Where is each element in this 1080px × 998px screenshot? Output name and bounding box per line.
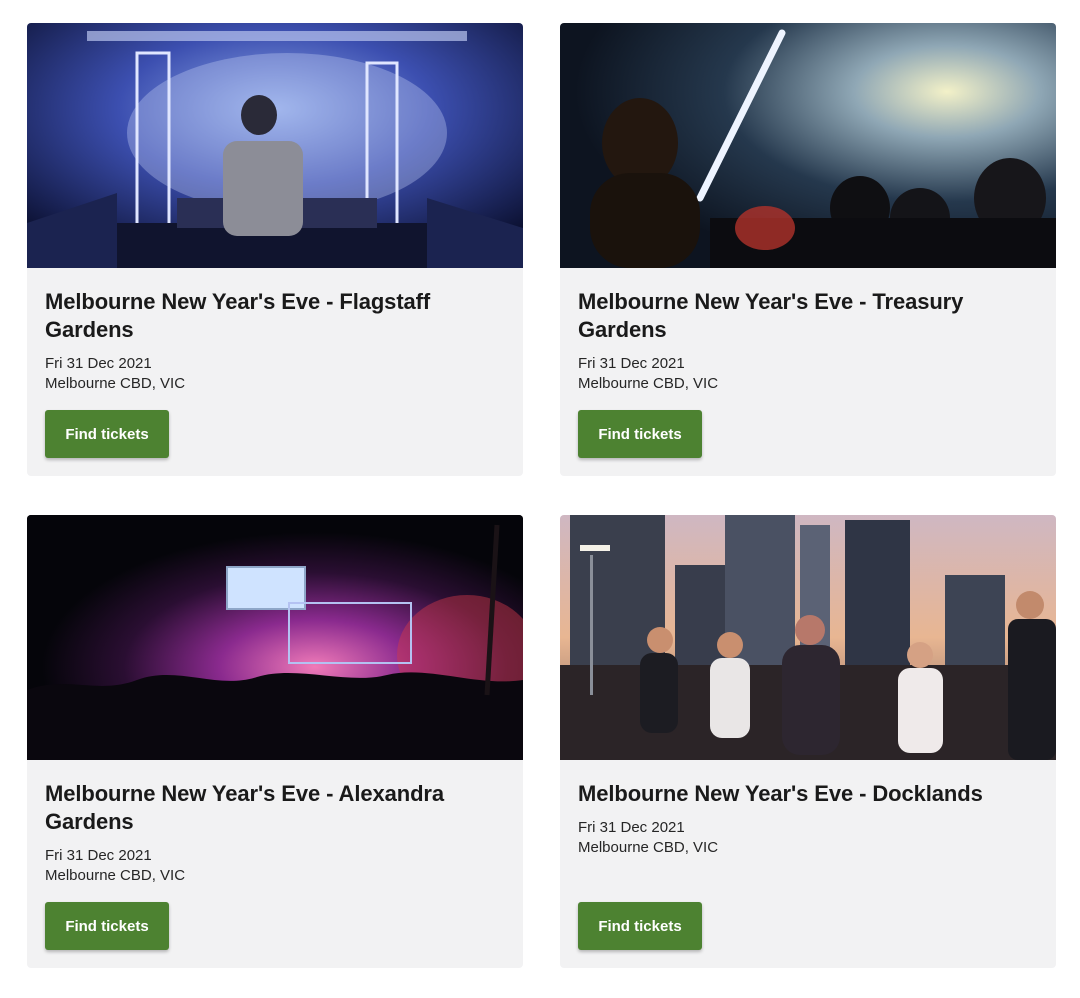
event-title[interactable]: Melbourne New Year's Eve - Docklands: [578, 780, 1038, 808]
event-location: Melbourne CBD, VIC: [578, 375, 719, 392]
event-photo-crowd-lightstick[interactable]: [560, 23, 1056, 268]
event-card-docklands[interactable]: Melbourne New Year's Eve - Docklands Fri…: [560, 515, 1056, 968]
event-date: Fri 31 Dec 2021: [45, 355, 152, 372]
event-date: Fri 31 Dec 2021: [45, 847, 152, 864]
event-location: Melbourne CBD, VIC: [45, 867, 186, 884]
event-location: Melbourne CBD, VIC: [578, 839, 719, 856]
find-tickets-button[interactable]: Find tickets: [578, 410, 702, 458]
event-card-treasury-gardens[interactable]: Melbourne New Year's Eve - Treasury Gard…: [560, 23, 1056, 476]
event-photo-night-concert[interactable]: [27, 515, 523, 760]
event-location: Melbourne CBD, VIC: [45, 375, 186, 392]
event-photo-docklands-dancing[interactable]: [560, 515, 1056, 760]
event-date: Fri 31 Dec 2021: [578, 355, 685, 372]
event-card-flagstaff-gardens[interactable]: Melbourne New Year's Eve - Flagstaff Gar…: [27, 23, 523, 476]
event-date: Fri 31 Dec 2021: [578, 819, 685, 836]
event-title[interactable]: Melbourne New Year's Eve - Alexandra Gar…: [45, 780, 505, 836]
event-card-alexandra-gardens[interactable]: Melbourne New Year's Eve - Alexandra Gar…: [27, 515, 523, 968]
find-tickets-button[interactable]: Find tickets: [578, 902, 702, 950]
find-tickets-button[interactable]: Find tickets: [45, 902, 169, 950]
find-tickets-button[interactable]: Find tickets: [45, 410, 169, 458]
event-title[interactable]: Melbourne New Year's Eve - Treasury Gard…: [578, 288, 1038, 344]
event-grid: Melbourne New Year's Eve - Flagstaff Gar…: [0, 0, 1080, 998]
event-title[interactable]: Melbourne New Year's Eve - Flagstaff Gar…: [45, 288, 505, 344]
event-photo-dj-stage[interactable]: [27, 23, 523, 268]
